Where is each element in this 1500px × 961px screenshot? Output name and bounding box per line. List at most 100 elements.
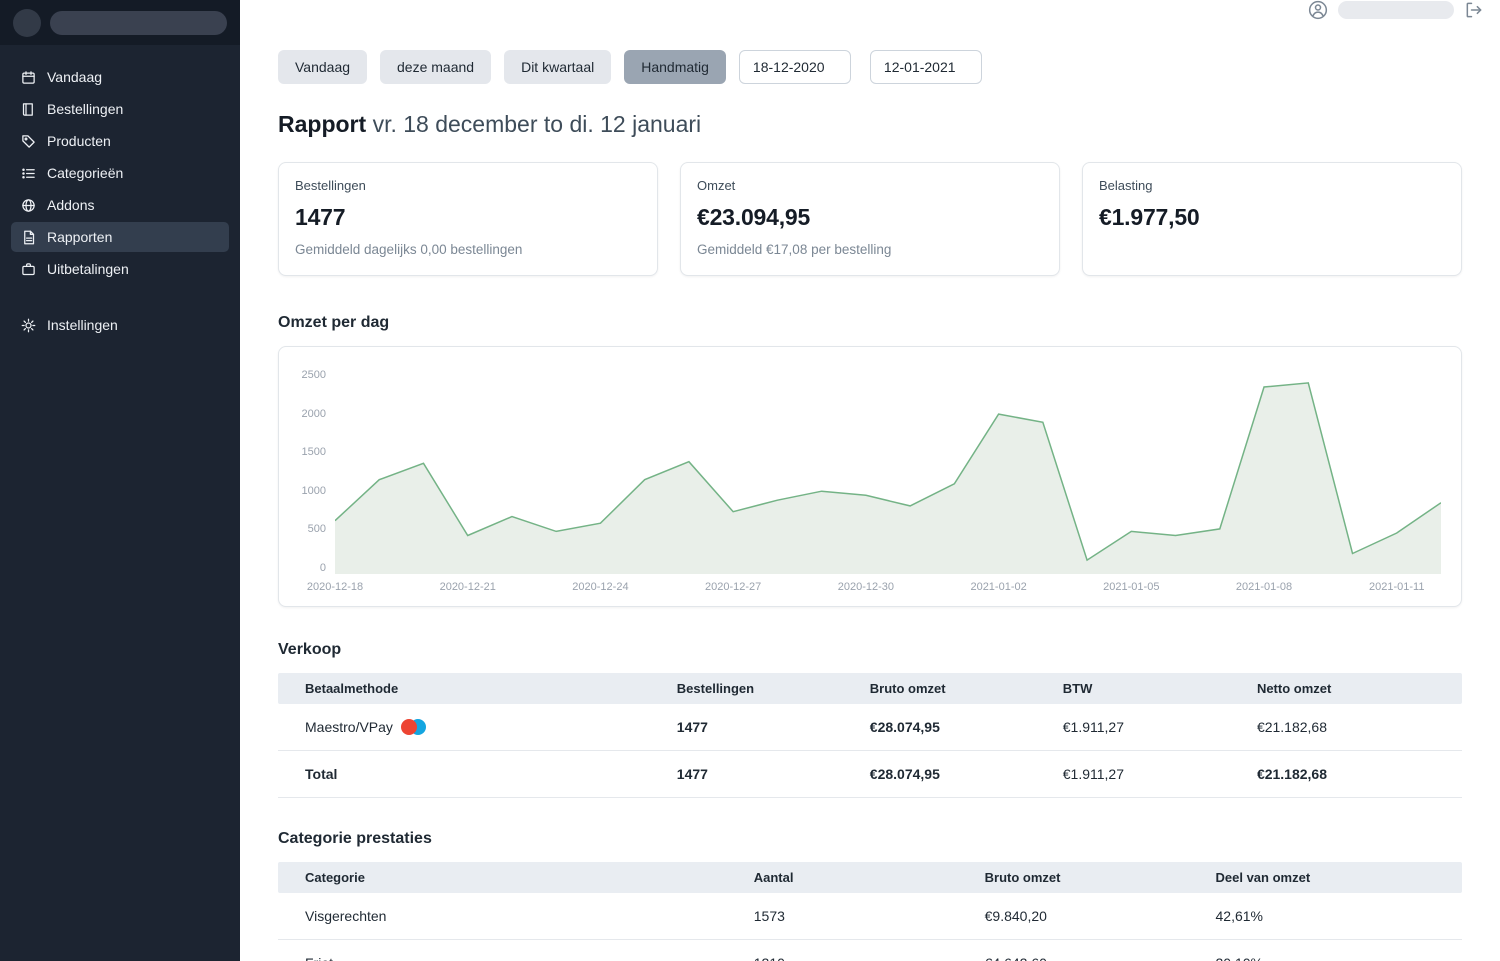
globe-icon xyxy=(21,198,36,213)
stat-card-omzet: Omzet €23.094,95 Gemiddeld €17,08 per be… xyxy=(680,162,1060,276)
verkoop-title: Verkoop xyxy=(278,641,1462,659)
column-header: Categorie xyxy=(278,862,740,893)
payment-method-cell: Maestro/VPay xyxy=(305,719,649,735)
logout-button[interactable] xyxy=(1464,0,1484,20)
stat-card-bestellingen: Bestellingen 1477 Gemiddeld dagelijks 0,… xyxy=(278,162,658,276)
briefcase-icon xyxy=(21,262,36,277)
x-tick-label: 2020-12-27 xyxy=(705,581,761,593)
topbar xyxy=(240,0,1500,20)
cell-deel-van-omzet: 20,10% xyxy=(1202,940,1463,961)
sidebar-item-producten[interactable]: Producten xyxy=(11,126,229,156)
cell-bruto-omzet: €28.074,95 xyxy=(856,704,1049,751)
table-header-row: Categorie Aantal Bruto omzet Deel van om… xyxy=(278,862,1462,893)
cell-bruto-omzet: €9.840,20 xyxy=(971,893,1202,940)
plot-column: 2020-12-182020-12-212020-12-242020-12-27… xyxy=(335,369,1441,598)
filter-dit-kwartaal-button[interactable]: Dit kwartaal xyxy=(504,50,611,84)
sidebar-item-label: Vandaag xyxy=(47,69,102,85)
sidebar-nav: Vandaag Bestellingen Producten Categorie… xyxy=(0,45,240,340)
sidebar-item-rapporten[interactable]: Rapporten xyxy=(11,222,229,252)
x-tick-label: 2020-12-30 xyxy=(838,581,894,593)
revenue-chart: 25002000150010005000 2020-12-182020-12-2… xyxy=(299,369,1441,598)
list-icon xyxy=(21,166,36,181)
column-header: Aantal xyxy=(740,862,971,893)
page-title: Rapport vr. 18 december to di. 12 januar… xyxy=(278,111,1462,138)
category-title: Categorie prestaties xyxy=(278,830,1462,848)
cell-aantal: 1210 xyxy=(740,940,971,961)
category-table: Categorie Aantal Bruto omzet Deel van om… xyxy=(278,862,1462,961)
verkoop-table: Betaalmethode Bestellingen Bruto omzet B… xyxy=(278,673,1462,798)
date-to-input[interactable] xyxy=(870,50,982,84)
stat-value: €1.977,50 xyxy=(1099,204,1445,231)
filter-handmatig-button[interactable]: Handmatig xyxy=(624,50,726,84)
sidebar-item-addons[interactable]: Addons xyxy=(11,190,229,220)
filter-deze-maand-button[interactable]: deze maand xyxy=(380,50,491,84)
category-section: Categorie prestaties Categorie Aantal Br… xyxy=(278,830,1462,961)
cell-aantal: 1573 xyxy=(740,893,971,940)
column-header: Netto omzet xyxy=(1243,673,1462,704)
nav-spacer xyxy=(11,286,229,308)
total-bestellingen: 1477 xyxy=(663,751,856,798)
stat-label: Bestellingen xyxy=(295,178,641,193)
stat-value: 1477 xyxy=(295,204,641,231)
stat-card-belasting: Belasting €1.977,50 xyxy=(1082,162,1462,276)
cell-categorie: Friet xyxy=(278,940,740,961)
total-label: Total xyxy=(278,751,663,798)
sidebar-item-label: Uitbetalingen xyxy=(47,261,129,277)
stat-subtext: Gemiddeld €17,08 per bestelling xyxy=(697,242,1043,258)
sidebar-item-vandaag[interactable]: Vandaag xyxy=(11,62,229,92)
x-tick-label: 2020-12-18 xyxy=(307,581,363,593)
column-header: Bruto omzet xyxy=(856,673,1049,704)
y-tick-label: 2500 xyxy=(302,369,326,381)
area-chart-svg xyxy=(335,369,1441,574)
total-bruto-omzet: €28.074,95 xyxy=(856,751,1049,798)
cell-btw: €1.911,27 xyxy=(1049,704,1243,751)
column-header: Betaalmethode xyxy=(278,673,663,704)
filter-row: Vandaag deze maand Dit kwartaal Handmati… xyxy=(278,50,1462,84)
table-total-row: Total 1477 €28.074,95 €1.911,27 €21.182,… xyxy=(278,751,1462,798)
total-netto-omzet: €21.182,68 xyxy=(1243,751,1462,798)
sidebar-item-uitbetalingen[interactable]: Uitbetalingen xyxy=(11,254,229,284)
y-tick-label: 1500 xyxy=(302,446,326,458)
book-icon xyxy=(21,102,36,117)
cell-categorie: Visgerechten xyxy=(278,893,740,940)
report-title-text: Rapport xyxy=(278,111,366,137)
user-icon xyxy=(1308,0,1328,20)
date-from-input[interactable] xyxy=(739,50,851,84)
maestro-icon xyxy=(401,719,427,735)
x-tick-label: 2021-01-11 xyxy=(1369,581,1424,593)
plot-area xyxy=(335,369,1441,574)
y-axis-labels: 25002000150010005000 xyxy=(299,369,335,574)
cell-netto-omzet: €21.182,68 xyxy=(1243,704,1462,751)
sidebar-item-label: Addons xyxy=(47,197,94,213)
column-header: BTW xyxy=(1049,673,1243,704)
y-tick-label: 0 xyxy=(320,562,326,574)
sidebar-item-label: Producten xyxy=(47,133,111,149)
stat-value: €23.094,95 xyxy=(697,204,1043,231)
column-header: Deel van omzet xyxy=(1202,862,1463,893)
y-tick-label: 2000 xyxy=(302,408,326,420)
user-avatar-button[interactable] xyxy=(1308,0,1328,20)
stat-label: Belasting xyxy=(1099,178,1445,193)
table-row: Visgerechten 1573 €9.840,20 42,61% xyxy=(278,893,1462,940)
x-axis-labels: 2020-12-182020-12-212020-12-242020-12-27… xyxy=(335,574,1441,598)
sidebar-item-bestellingen[interactable]: Bestellingen xyxy=(11,94,229,124)
sidebar-item-label: Bestellingen xyxy=(47,101,123,117)
gear-icon xyxy=(21,318,36,333)
content: Vandaag deze maand Dit kwartaal Handmati… xyxy=(240,20,1500,961)
stat-cards: Bestellingen 1477 Gemiddeld dagelijks 0,… xyxy=(278,162,1462,276)
cell-deel-van-omzet: 42,61% xyxy=(1202,893,1463,940)
total-btw: €1.911,27 xyxy=(1049,751,1243,798)
column-header: Bruto omzet xyxy=(971,862,1202,893)
table-header-row: Betaalmethode Bestellingen Bruto omzet B… xyxy=(278,673,1462,704)
sidebar-item-categorieen[interactable]: Categorieën xyxy=(11,158,229,188)
app-logo xyxy=(13,9,41,37)
table-row: Maestro/VPay 1477 €28.074,95 €1.911,27 €… xyxy=(278,704,1462,751)
user-name-placeholder xyxy=(1338,1,1454,19)
filter-vandaag-button[interactable]: Vandaag xyxy=(278,50,367,84)
sidebar-item-label: Instellingen xyxy=(47,317,118,333)
sidebar-item-instellingen[interactable]: Instellingen xyxy=(11,310,229,340)
column-header: Bestellingen xyxy=(663,673,856,704)
stat-subtext xyxy=(1099,242,1445,258)
x-tick-label: 2021-01-08 xyxy=(1236,581,1292,593)
logout-icon xyxy=(1464,0,1484,20)
